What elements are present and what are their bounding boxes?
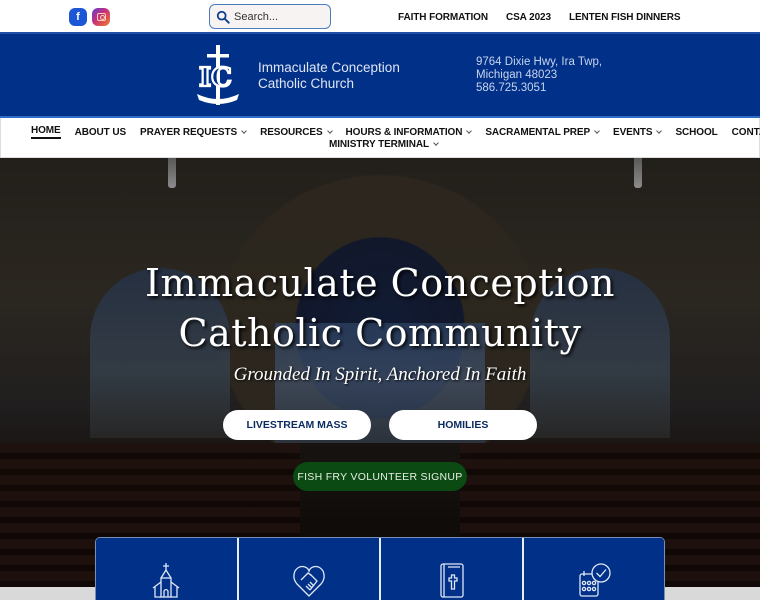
fish-fry-volunteer-signup-button[interactable]: FISH FRY VOLUNTEER SIGNUP	[293, 462, 467, 491]
link-csa-2023[interactable]: CSA 2023	[506, 12, 551, 23]
nav-school-label: SCHOOL	[675, 126, 718, 138]
address-line1: 9764 Dixie Hwy, Ira Twp,	[476, 56, 603, 68]
nav-ministry-terminal-label: MINISTRY TERMINAL	[329, 139, 429, 150]
instagram-camera-glyph	[96, 13, 106, 21]
nav-resources[interactable]: RESOURCES	[260, 125, 333, 139]
chevron-down-icon	[241, 127, 247, 134]
top-links: FAITH FORMATION CSA 2023 LENTEN FISH DIN…	[398, 12, 681, 23]
feature-card-bible[interactable]	[381, 538, 524, 600]
livestream-mass-button[interactable]: LIVESTREAM MASS	[223, 410, 371, 440]
nav-hours-information[interactable]: HOURS & INFORMATION	[345, 125, 473, 139]
nav-hours-information-label: HOURS & INFORMATION	[345, 126, 463, 138]
chevron-down-icon	[466, 127, 473, 134]
heart-handshake-icon	[292, 565, 325, 597]
hero-title: Immaculate Conception Catholic Community	[0, 258, 760, 358]
main-nav: HOME ABOUT US PRAYER REQUESTS RESOURCES …	[0, 118, 760, 158]
feature-card-church[interactable]	[96, 538, 239, 600]
feature-card-prayer[interactable]	[238, 538, 381, 600]
link-lenten-fish-dinners[interactable]: LENTEN FISH DINNERS	[569, 12, 681, 23]
church-address: 9764 Dixie Hwy, Ira Twp, Michigan 48023 …	[476, 56, 602, 95]
nav-sacramental-prep-label: SACRAMENTAL PREP	[485, 126, 591, 138]
top-bar: f FAITH FORMATION CSA 2023 LENTEN FISH D…	[0, 0, 760, 32]
hero-title-line2: Catholic Community	[178, 311, 582, 355]
nav-about-us[interactable]: ABOUT US	[74, 125, 127, 139]
parish-logo-icon[interactable]: IC	[195, 44, 247, 108]
link-faith-formation[interactable]: FAITH FORMATION	[398, 12, 488, 23]
nav-school[interactable]: SCHOOL	[675, 125, 717, 139]
nav-resources-label: RESOURCES	[260, 126, 323, 138]
bible-icon	[440, 563, 464, 598]
church-name-line1: Immaculate Conception	[258, 60, 400, 75]
hero-subtitle: Grounded In Spirit, Anchored In Faith	[233, 364, 527, 385]
nav-home-label: HOME	[31, 125, 61, 139]
nav-sacramental-prep[interactable]: SACRAMENTAL PREP	[485, 125, 600, 139]
feature-card-events[interactable]	[523, 538, 664, 600]
chevron-down-icon	[594, 127, 600, 134]
search-box[interactable]	[209, 4, 331, 29]
instagram-icon[interactable]	[92, 8, 110, 26]
nav-prayer-requests[interactable]: PRAYER REQUESTS	[140, 125, 247, 139]
search-input[interactable]	[234, 10, 324, 23]
hero-section: Immaculate Conception Catholic Community…	[0, 158, 760, 600]
homilies-button[interactable]: HOMILIES	[389, 410, 537, 440]
feature-cards	[95, 537, 665, 600]
nav-events-label: EVENTS	[613, 126, 653, 138]
nav-events[interactable]: EVENTS	[613, 125, 663, 139]
church-icon	[152, 563, 180, 598]
nav-contact[interactable]: CONTACT	[732, 125, 760, 139]
search-icon	[216, 10, 230, 24]
church-name-line2: Catholic Church	[258, 76, 355, 91]
phone-number[interactable]: 586.725.3051	[476, 82, 602, 95]
chevron-down-icon	[326, 127, 333, 134]
facebook-icon[interactable]: f	[69, 8, 87, 26]
nav-about-us-label: ABOUT US	[74, 126, 127, 138]
nav-ministry-terminal[interactable]: MINISTRY TERMINAL	[329, 139, 439, 150]
site-header: IC Immaculate Conception Catholic Church…	[0, 32, 760, 118]
nav-contact-label: CONTACT	[731, 126, 760, 138]
church-name: Immaculate Conception Catholic Church	[258, 60, 400, 92]
svg-text:IC: IC	[199, 63, 232, 93]
nav-prayer-requests-label: PRAYER REQUESTS	[140, 126, 238, 138]
chevron-down-icon	[656, 127, 663, 134]
facebook-glyph: f	[76, 11, 80, 23]
chevron-down-icon	[433, 140, 439, 146]
calendar-check-icon	[579, 563, 611, 597]
hero-title-line1: Immaculate Conception	[145, 261, 615, 305]
nav-home[interactable]: HOME	[31, 125, 61, 139]
address-line2: Michigan 48023	[476, 69, 558, 81]
